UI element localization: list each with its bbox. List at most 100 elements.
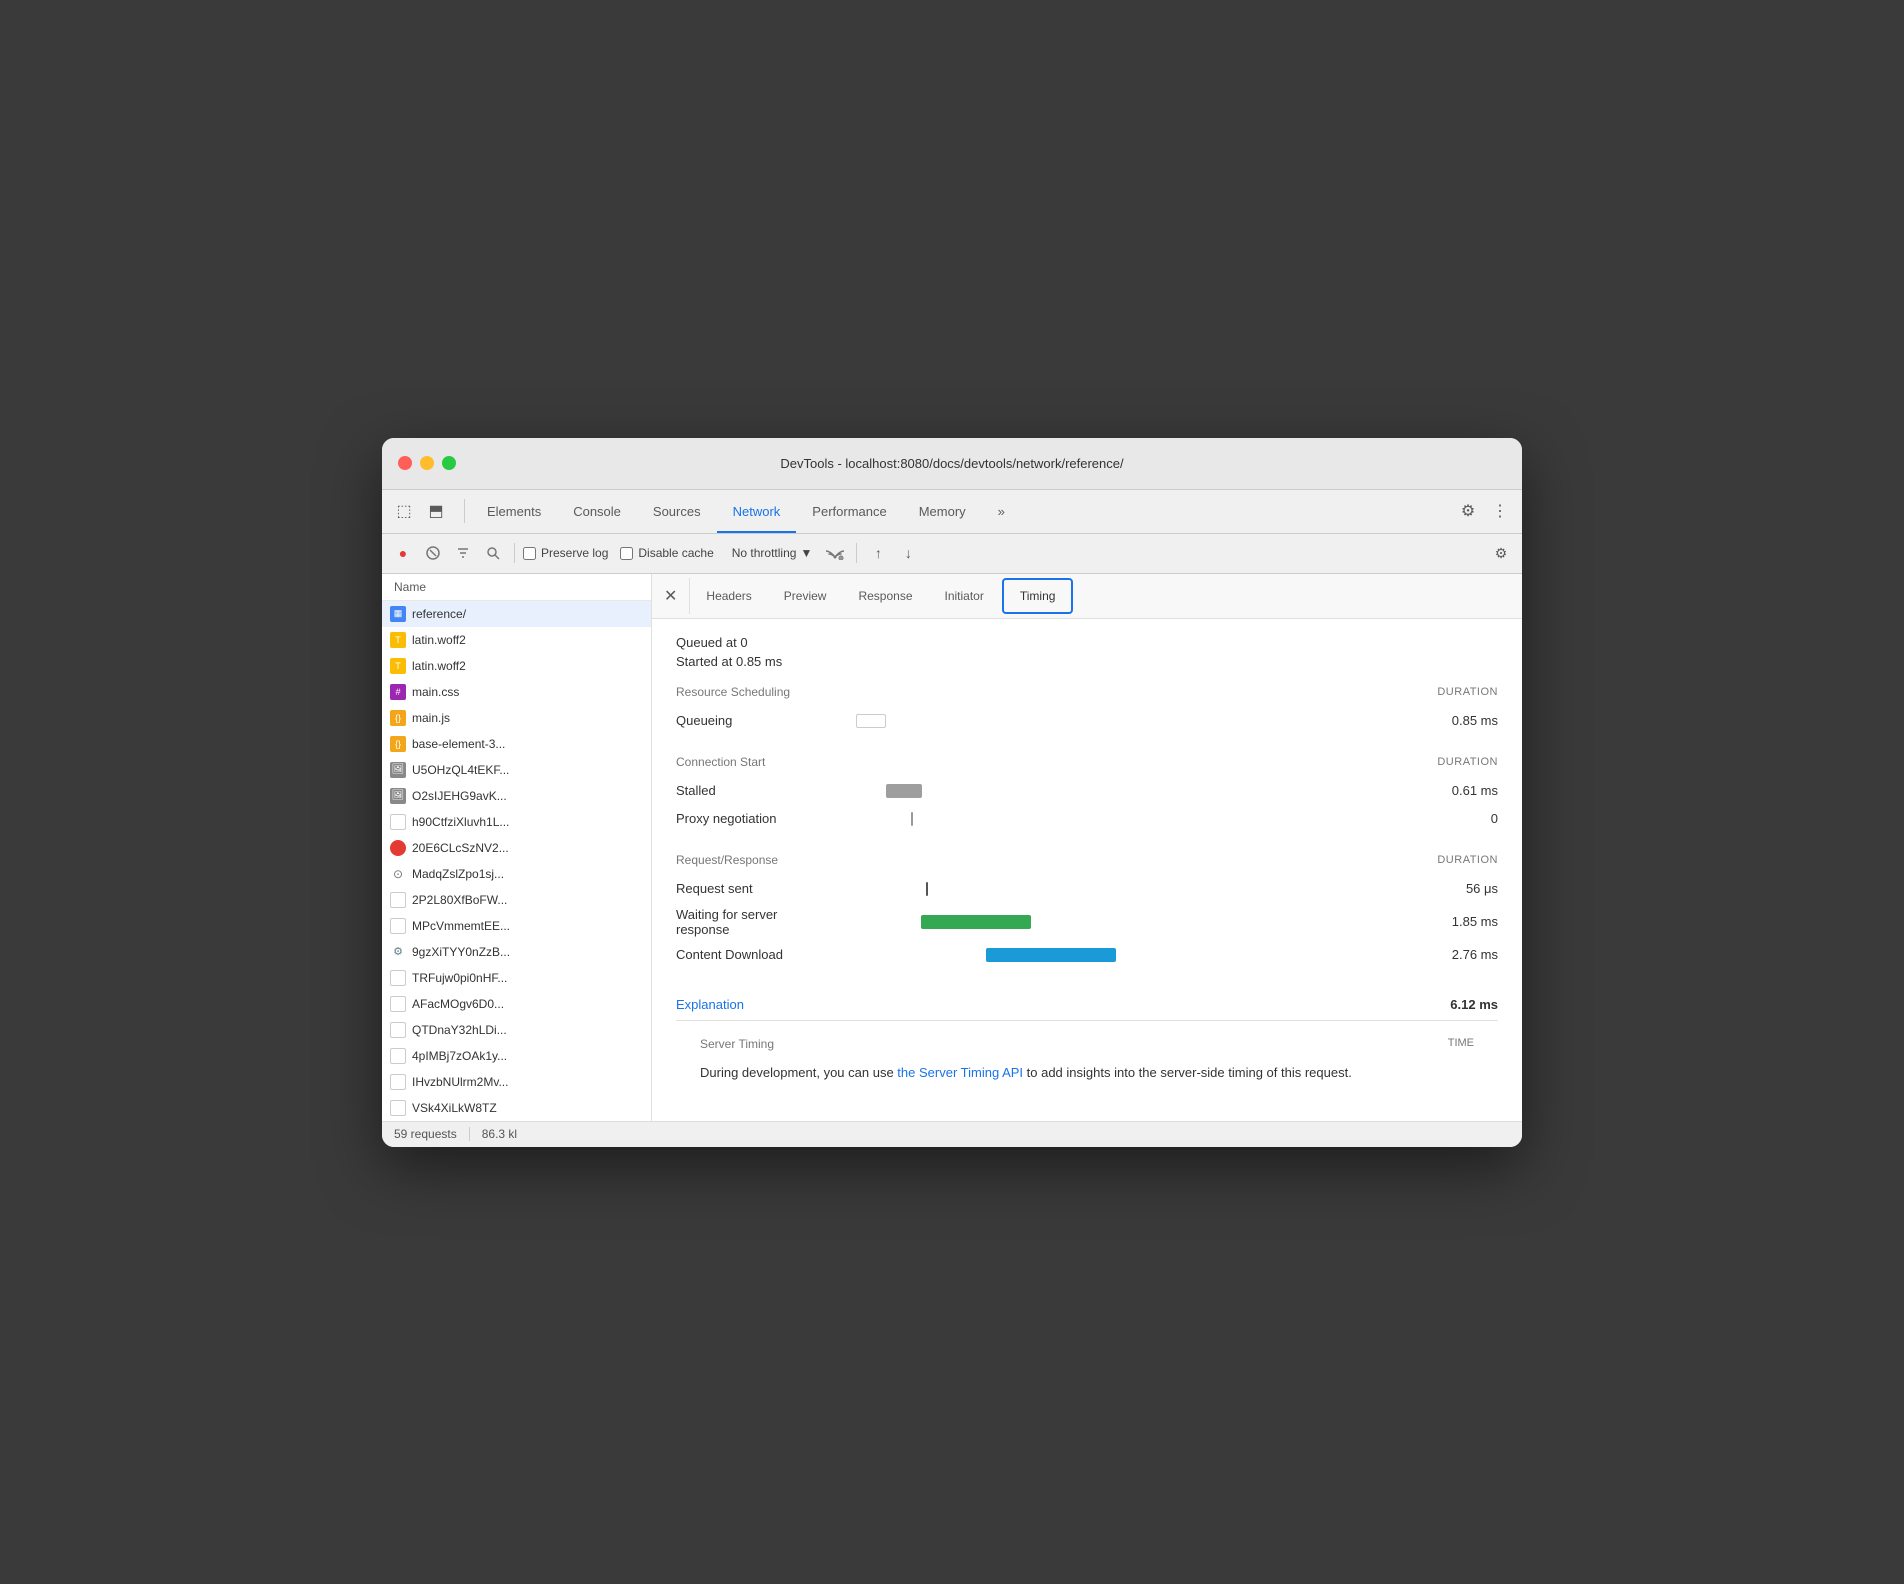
- img-icon-1: 🖼: [390, 762, 406, 778]
- tab-network[interactable]: Network: [717, 489, 797, 533]
- sidebar-item-2p2l[interactable]: 2P2L80XfBoFW...: [382, 887, 651, 913]
- sidebar-item-latin-2[interactable]: T latin.woff2: [382, 653, 651, 679]
- sidebar-item-img-1[interactable]: 🖼 U5OHzQL4tEKF...: [382, 757, 651, 783]
- js-icon: {}: [390, 710, 406, 726]
- file-list-sidebar: Name ▦ reference/ T latin.woff2 T latin.…: [382, 574, 652, 1121]
- server-timing-api-link[interactable]: the Server Timing API: [897, 1065, 1023, 1080]
- tab-elements[interactable]: Elements: [471, 489, 557, 533]
- sidebar-item-4pim[interactable]: 4pIMBj7zOAk1y...: [382, 1043, 651, 1069]
- sidebar-item-ihvz[interactable]: IHvzbNUlrm2Mv...: [382, 1069, 651, 1095]
- gear-small-icon: ⚙: [390, 944, 406, 960]
- filter-button[interactable]: [450, 540, 476, 566]
- maximize-button[interactable]: [442, 456, 456, 470]
- proxy-label: Proxy negotiation: [676, 811, 856, 826]
- wifi-settings-button[interactable]: [822, 540, 848, 566]
- throttle-dropdown[interactable]: No throttling ▼: [726, 544, 819, 562]
- network-toolbar: ● Preserve log: [382, 534, 1522, 574]
- resource-scheduling-section: Resource Scheduling DURATION Queueing 0.…: [676, 685, 1498, 735]
- settings-button[interactable]: ⚙: [1454, 497, 1482, 525]
- tab-memory[interactable]: Memory: [903, 489, 982, 533]
- circle-icon: ⊙: [390, 866, 406, 882]
- upload-button[interactable]: ↑: [865, 540, 891, 566]
- sidebar-item-label: QTDnaY32hLDi...: [412, 1023, 507, 1037]
- preserve-log-checkbox[interactable]: Preserve log: [523, 546, 608, 560]
- white-icon-4: [390, 970, 406, 986]
- sidebar-item-label: base-element-3...: [412, 737, 505, 751]
- more-menu-button[interactable]: ⋮: [1486, 497, 1514, 525]
- sidebar-item-js[interactable]: {} main.js: [382, 705, 651, 731]
- status-bar: 59 requests 86.3 kl: [382, 1121, 1522, 1147]
- toolbar-divider-1: [514, 543, 515, 563]
- connection-start-title: Connection Start: [676, 755, 765, 769]
- sidebar-item-css[interactable]: # main.css: [382, 679, 651, 705]
- content-download-label: Content Download: [676, 947, 856, 962]
- sidebar-item-20e6[interactable]: 20E6CLcSzNV2...: [382, 835, 651, 861]
- sidebar-item-label: AFacMOgv6D0...: [412, 997, 504, 1011]
- proxy-duration: 0: [1418, 811, 1498, 826]
- server-timing-col: TIME: [1448, 1037, 1474, 1051]
- img-icon-2: 🖼: [390, 788, 406, 804]
- device-icon[interactable]: ⬒: [422, 497, 450, 525]
- tab-more[interactable]: »: [982, 489, 1021, 533]
- detail-tabs: ✕ Headers Preview Response Initiator Tim…: [652, 574, 1522, 619]
- sidebar-item-img-2[interactable]: 🖼 O2sIJEHG9avK...: [382, 783, 651, 809]
- clear-button[interactable]: [420, 540, 446, 566]
- timing-meta: Queued at 0 Started at 0.85 ms: [676, 635, 1498, 669]
- sidebar-item-madq[interactable]: ⊙ MadqZslZpo1sj...: [382, 861, 651, 887]
- main-content: Name ▦ reference/ T latin.woff2 T latin.…: [382, 574, 1522, 1121]
- toolbar-settings-button[interactable]: ⚙: [1488, 540, 1514, 566]
- sidebar-item-trf[interactable]: TRFujw0pi0nHF...: [382, 965, 651, 991]
- started-at: Started at 0.85 ms: [676, 654, 1498, 669]
- font-icon-1: T: [390, 632, 406, 648]
- tab-timing[interactable]: Timing: [1002, 578, 1074, 614]
- sidebar-item-label: h90CtfziXluvh1L...: [412, 815, 509, 829]
- sidebar-item-label: reference/: [412, 607, 466, 621]
- sidebar-item-9gz[interactable]: ⚙ 9gzXiTYY0nZzB...: [382, 939, 651, 965]
- request-response-section: Request/Response DURATION Request sent 5…: [676, 853, 1498, 969]
- tab-preview[interactable]: Preview: [768, 578, 843, 614]
- tab-headers[interactable]: Headers: [690, 578, 767, 614]
- sidebar-item-latin-1[interactable]: T latin.woff2: [382, 627, 651, 653]
- request-sent-duration: 56 μs: [1418, 881, 1498, 896]
- sidebar-item-base-element[interactable]: {} base-element-3...: [382, 731, 651, 757]
- sidebar-item-label: 4pIMBj7zOAk1y...: [412, 1049, 507, 1063]
- search-button[interactable]: [480, 540, 506, 566]
- explanation-link[interactable]: Explanation: [676, 997, 744, 1012]
- preserve-log-input[interactable]: [523, 547, 536, 560]
- queueing-bar: [856, 714, 886, 728]
- request-response-header: Request/Response DURATION: [676, 853, 1498, 867]
- request-response-col: DURATION: [1437, 854, 1498, 866]
- sidebar-item-label: MPcVmmemtEE...: [412, 919, 510, 933]
- sidebar-item-h90[interactable]: h90CtfziXluvh1L...: [382, 809, 651, 835]
- tab-response[interactable]: Response: [842, 578, 928, 614]
- white-icon-5: [390, 996, 406, 1012]
- sidebar-item-label: TRFujw0pi0nHF...: [412, 971, 507, 985]
- white-icon-6: [390, 1022, 406, 1038]
- sidebar-item-label: latin.woff2: [412, 633, 466, 647]
- sidebar-item-mpcv[interactable]: MPcVmmemtEE...: [382, 913, 651, 939]
- disable-cache-input[interactable]: [620, 547, 633, 560]
- cursor-icon[interactable]: ⬚: [390, 497, 418, 525]
- content-download-bar-area: [856, 945, 1418, 965]
- sidebar-item-reference[interactable]: ▦ reference/: [382, 601, 651, 627]
- nav-icon-group: ⬚ ⬒: [390, 497, 450, 525]
- sidebar-item-qtd[interactable]: QTDnaY32hLDi...: [382, 1017, 651, 1043]
- tab-initiator[interactable]: Initiator: [929, 578, 1000, 614]
- content-download-duration: 2.76 ms: [1418, 947, 1498, 962]
- tab-console[interactable]: Console: [557, 489, 637, 533]
- close-detail-button[interactable]: ✕: [652, 578, 690, 614]
- stalled-duration: 0.61 ms: [1418, 783, 1498, 798]
- close-button[interactable]: [398, 456, 412, 470]
- sidebar-item-afac[interactable]: AFacMOgv6D0...: [382, 991, 651, 1017]
- sidebar-item-label: main.js: [412, 711, 450, 725]
- sidebar-item-vsk[interactable]: VSk4XiLkW8TZ: [382, 1095, 651, 1121]
- resource-scheduling-title: Resource Scheduling: [676, 685, 790, 699]
- tab-sources[interactable]: Sources: [637, 489, 717, 533]
- white-icon-9: [390, 1100, 406, 1116]
- download-button[interactable]: ↓: [895, 540, 921, 566]
- waiting-bar-area: [856, 912, 1418, 932]
- tab-performance[interactable]: Performance: [796, 489, 902, 533]
- minimize-button[interactable]: [420, 456, 434, 470]
- record-button[interactable]: ●: [390, 540, 416, 566]
- disable-cache-checkbox[interactable]: Disable cache: [620, 546, 713, 560]
